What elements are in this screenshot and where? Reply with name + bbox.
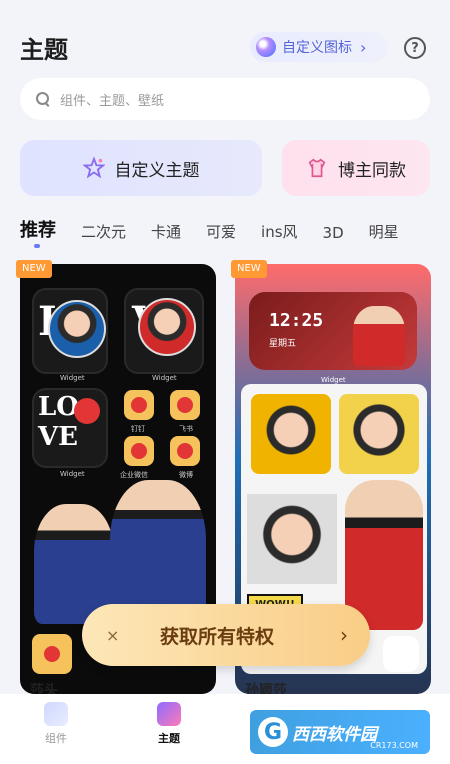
wecom-icon[interactable]	[124, 436, 154, 466]
feishu-icon[interactable]	[170, 390, 200, 420]
widget-label: Widget	[152, 374, 177, 382]
player-photo	[48, 300, 106, 358]
tab-celebrity[interactable]: 明星	[369, 221, 399, 242]
themes-icon	[157, 702, 181, 726]
blogger-same-label: 博主同款	[338, 160, 406, 181]
new-badge: NEW	[16, 260, 52, 278]
search-placeholder: 组件、主题、壁纸	[60, 93, 165, 109]
custom-icon-button[interactable]: 自定义图标 ›	[250, 32, 388, 62]
player-photo	[138, 298, 196, 356]
custom-theme-button[interactable]: 自定义主题	[20, 140, 262, 196]
tab-recommend[interactable]: 推荐	[20, 216, 56, 248]
sparkle-star-icon	[82, 157, 105, 179]
close-icon[interactable]: ×	[106, 626, 119, 645]
comic-panel	[247, 494, 337, 584]
app-label: 企业微信	[120, 471, 148, 479]
app-icon[interactable]	[32, 634, 72, 674]
custom-icon-label: 自定义图标	[282, 40, 352, 56]
header: 主题 自定义图标 › ?	[0, 0, 450, 80]
tab-cute[interactable]: 可爱	[206, 221, 236, 242]
weibo-icon[interactable]	[170, 436, 200, 466]
clock-day: 星期五	[269, 339, 297, 349]
get-privileges-label: 获取所有特权	[160, 625, 275, 648]
paddle-icon	[74, 398, 100, 424]
app-label: 飞书	[179, 425, 193, 433]
app-label: 钉钉	[131, 425, 145, 433]
player-image	[345, 480, 423, 630]
category-tabs: 推荐 二次元 卡通 可爱 ins风 3D 明星	[20, 212, 424, 248]
widget-label: Widget	[60, 470, 85, 478]
tab-cartoon[interactable]: 卡通	[151, 221, 181, 242]
get-privileges-banner[interactable]: × 获取所有特权 ›	[82, 604, 370, 666]
tab-3d[interactable]: 3D	[323, 224, 344, 242]
custom-icon-logo-icon	[256, 37, 276, 57]
player-image	[353, 306, 405, 366]
app-label: 微博	[179, 471, 193, 479]
dingtalk-icon[interactable]	[124, 390, 154, 420]
watermark-text: 西西软件园	[292, 724, 377, 745]
tab-anime[interactable]: 二次元	[81, 221, 126, 242]
watermark-sub: CR173.COM	[370, 741, 418, 750]
chevron-right-icon: ›	[360, 37, 367, 57]
blogger-same-button[interactable]: 博主同款	[282, 140, 430, 196]
search-icon	[36, 92, 50, 106]
nav-themes[interactable]: 主题	[139, 702, 199, 746]
widget-label: Widget	[60, 374, 85, 382]
shirt-icon	[308, 158, 326, 178]
help-icon[interactable]: ?	[404, 37, 426, 59]
new-badge: NEW	[231, 260, 267, 278]
emoji-sticker	[251, 394, 331, 474]
nav-widgets[interactable]: 组件	[26, 702, 86, 746]
watermark-logo-icon: G	[258, 717, 288, 747]
page-title: 主题	[20, 36, 68, 64]
custom-theme-label: 自定义主题	[114, 160, 200, 181]
tab-ins[interactable]: ins风	[261, 221, 298, 242]
clock-time: 12:25	[269, 310, 324, 331]
nav-label: 主题	[158, 732, 180, 745]
widget-preview: LO VE	[32, 388, 108, 468]
nav-label: 组件	[45, 732, 67, 745]
chevron-right-icon: ›	[340, 623, 348, 647]
widget-label: Widget	[321, 376, 346, 384]
app-icon[interactable]	[383, 636, 419, 672]
widget-preview: L	[32, 288, 108, 374]
clock-widget: 12:25 星期五	[249, 292, 417, 370]
widget-preview: V	[124, 288, 204, 374]
search-input[interactable]: 组件、主题、壁纸	[20, 78, 430, 120]
widgets-icon	[44, 702, 68, 726]
emoji-sticker	[339, 394, 419, 474]
site-watermark-logo: G 西西软件园 CR173.COM	[250, 710, 430, 754]
